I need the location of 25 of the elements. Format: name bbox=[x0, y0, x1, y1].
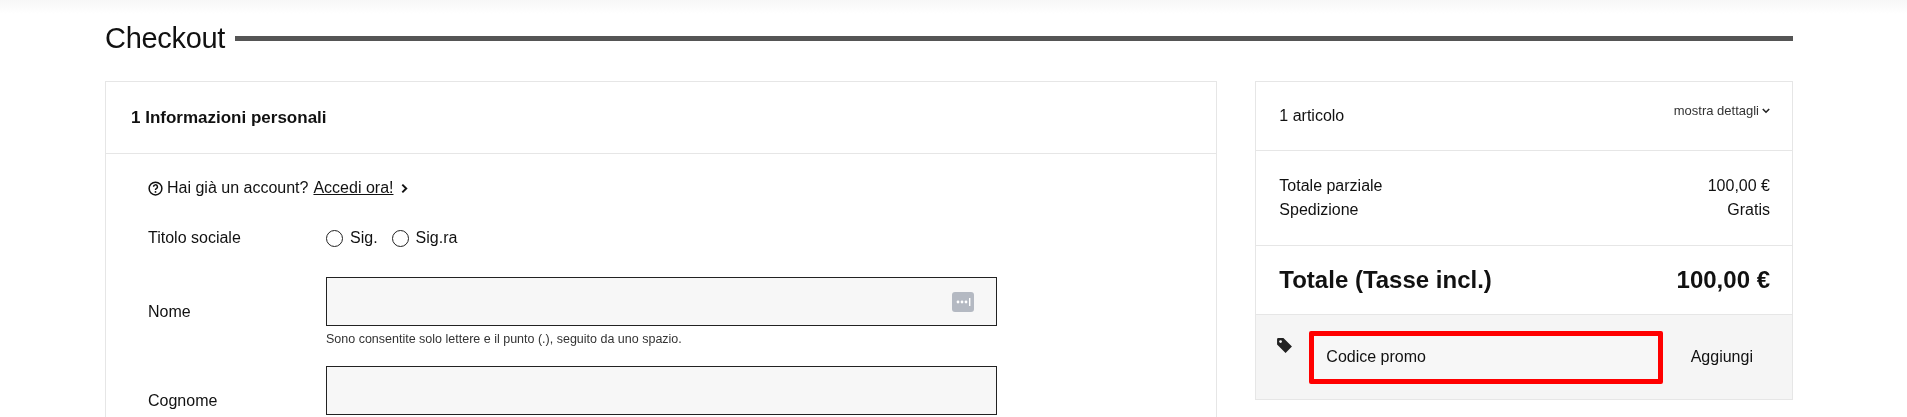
radio-label[interactable]: Sig.ra bbox=[415, 229, 458, 247]
field-label: Titolo sociale bbox=[148, 229, 242, 247]
field-label: Cognome bbox=[148, 391, 219, 411]
account-question: Hai già un account? bbox=[167, 179, 309, 197]
summary-value: Gratis bbox=[1727, 200, 1770, 220]
total-value: 100,00 € bbox=[1676, 266, 1770, 294]
tag-icon bbox=[1276, 337, 1294, 354]
field-label: Nome bbox=[148, 302, 192, 322]
page-title: Checkout bbox=[105, 21, 226, 55]
login-link[interactable]: Accedi ora! bbox=[313, 179, 394, 197]
text-input[interactable] bbox=[326, 366, 997, 415]
total-label: Totale (Tasse incl.) bbox=[1279, 266, 1492, 294]
radio-label[interactable]: Sig. bbox=[350, 229, 378, 247]
field-hint: Sono consentite solo lettere e il punto (.), seguito da uno spazio. bbox=[326, 332, 683, 346]
summary-value: 100,00 € bbox=[1707, 176, 1770, 196]
summary-label: Totale parziale bbox=[1279, 176, 1383, 196]
item-count: 1 articolo bbox=[1279, 107, 1345, 125]
help-icon bbox=[148, 180, 163, 196]
chevron-right-icon bbox=[401, 182, 409, 194]
show-details-link[interactable]: mostra dettagli bbox=[1673, 103, 1770, 118]
chevron-down-icon bbox=[1762, 107, 1770, 114]
text-input[interactable] bbox=[326, 277, 997, 326]
summary-label: Spedizione bbox=[1279, 200, 1359, 220]
step-title: 1 Informazioni personali bbox=[131, 107, 327, 128]
promo-code-input[interactable]: Codice promo bbox=[1309, 330, 1664, 384]
